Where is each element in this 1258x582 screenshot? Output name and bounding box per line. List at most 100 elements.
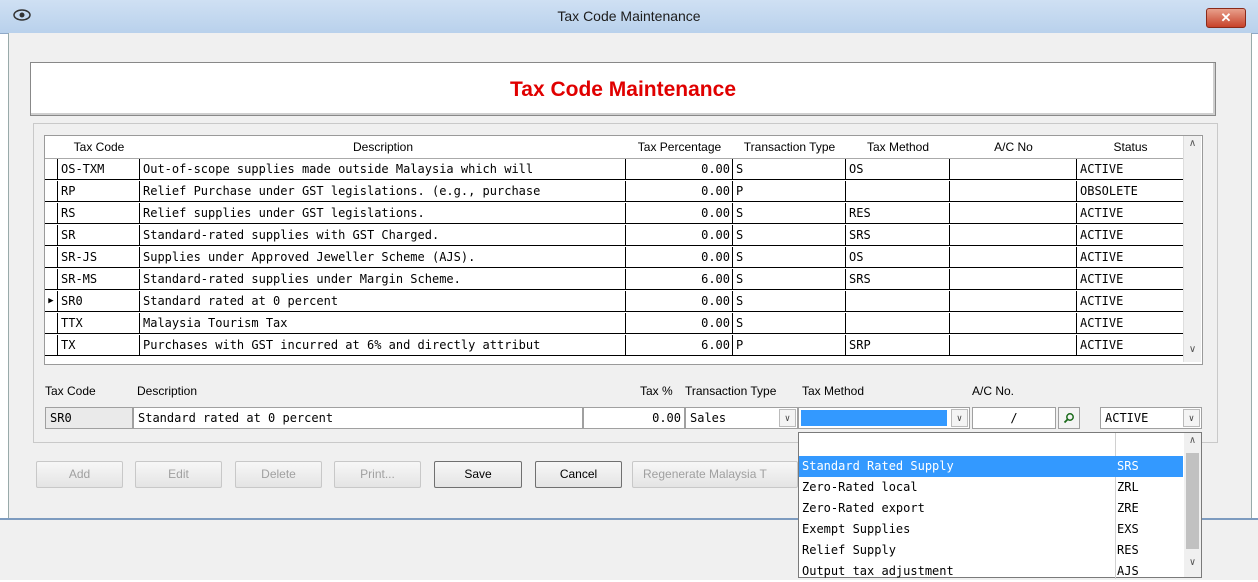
chevron-down-icon[interactable]: ∨ (951, 409, 968, 427)
cell-transaction-type[interactable]: S (733, 313, 846, 334)
row-indicator[interactable] (45, 247, 58, 268)
cell-transaction-type[interactable]: S (733, 269, 846, 290)
cell-tax-code[interactable]: SR-MS (58, 269, 140, 290)
cell-tax-code[interactable]: SR-JS (58, 247, 140, 268)
cell-tax-method[interactable]: SRS (846, 269, 950, 290)
cell-transaction-type[interactable]: S (733, 247, 846, 268)
cell-description[interactable]: Standard rated at 0 percent (140, 291, 626, 312)
cell-description[interactable]: Supplies under Approved Jeweller Scheme … (140, 247, 626, 268)
cell-description[interactable]: Malaysia Tourism Tax (140, 313, 626, 334)
cell-transaction-type[interactable]: S (733, 291, 846, 312)
cell-ac-no[interactable] (950, 247, 1077, 268)
cell-ac-no[interactable] (950, 335, 1077, 356)
col-header-transaction-type[interactable]: Transaction Type (733, 136, 847, 159)
table-row[interactable]: TTX Malaysia Tourism Tax 0.00 S ACTIVE (45, 313, 1185, 335)
row-indicator[interactable] (45, 181, 58, 202)
delete-button[interactable]: Delete (235, 461, 322, 488)
cell-tax-code[interactable]: RP (58, 181, 140, 202)
cell-status[interactable]: ACTIVE (1077, 225, 1184, 246)
table-row[interactable]: ▶ SR0 Standard rated at 0 percent 0.00 S ACTI… (45, 291, 1185, 313)
dropdown-option[interactable]: Output tax adjustment AJS (799, 561, 1183, 582)
cell-tax-code[interactable]: TTX (58, 313, 140, 334)
cell-tax-method[interactable]: SRS (846, 225, 950, 246)
cell-ac-no[interactable] (950, 159, 1077, 180)
dropdown-option[interactable]: Zero-Rated export ZRE (799, 498, 1183, 519)
cell-description[interactable]: Relief Purchase under GST legislations. … (140, 181, 626, 202)
cell-description[interactable]: Out-of-scope supplies made outside Malay… (140, 159, 626, 180)
chevron-down-icon[interactable]: ∨ (1183, 409, 1200, 427)
regenerate-button[interactable]: Regenerate Malaysia T (632, 461, 798, 488)
close-button[interactable]: ✕ (1206, 8, 1246, 28)
tax-percent-field[interactable]: 0.00 (583, 407, 685, 429)
cell-tax-code[interactable]: TX (58, 335, 140, 356)
cell-transaction-type[interactable]: S (733, 159, 846, 180)
cell-status[interactable]: ACTIVE (1077, 247, 1184, 268)
cell-tax-code[interactable]: OS-TXM (58, 159, 140, 180)
cell-tax-percentage[interactable]: 0.00 (626, 313, 733, 334)
description-field[interactable]: Standard rated at 0 percent (133, 407, 583, 429)
col-header-tax-percentage[interactable]: Tax Percentage (626, 136, 734, 159)
cell-tax-percentage[interactable]: 6.00 (626, 269, 733, 290)
col-header-ac-no[interactable]: A/C No (950, 136, 1078, 159)
cell-transaction-type[interactable]: S (733, 225, 846, 246)
cancel-button[interactable]: Cancel (535, 461, 622, 488)
cell-ac-no[interactable] (950, 181, 1077, 202)
cell-tax-code[interactable]: RS (58, 203, 140, 224)
col-header-status[interactable]: Status (1077, 136, 1185, 159)
tax-code-field[interactable]: SR0 (45, 407, 133, 429)
row-indicator[interactable] (45, 159, 58, 180)
cell-tax-method[interactable]: OS (846, 247, 950, 268)
scroll-up-icon[interactable]: ∧ (1184, 435, 1201, 446)
ac-no-field[interactable]: / (972, 407, 1056, 429)
cell-tax-code[interactable]: SR0 (58, 291, 140, 312)
cell-status[interactable]: ACTIVE (1077, 159, 1184, 180)
row-indicator[interactable] (45, 225, 58, 246)
save-button[interactable]: Save (434, 461, 522, 488)
cell-tax-percentage[interactable]: 0.00 (626, 181, 733, 202)
dropdown-option[interactable]: Zero-Rated local ZRL (799, 477, 1183, 498)
cell-transaction-type[interactable]: P (733, 335, 846, 356)
col-header-description[interactable]: Description (140, 136, 627, 159)
table-row[interactable]: RP Relief Purchase under GST legislations… (45, 181, 1185, 203)
cell-ac-no[interactable] (950, 269, 1077, 290)
cell-ac-no[interactable] (950, 225, 1077, 246)
cell-tax-percentage[interactable]: 6.00 (626, 335, 733, 356)
grid-vertical-scrollbar[interactable]: ∧ ∨ (1183, 136, 1201, 362)
tax-method-dropdown-list[interactable]: Standard Rated Supply SRS Zero-Rated local… (798, 432, 1202, 579)
status-select[interactable]: ACTIVE ∨ (1100, 407, 1202, 429)
cell-status[interactable]: ACTIVE (1077, 313, 1184, 334)
row-indicator[interactable] (45, 313, 58, 334)
cell-tax-percentage[interactable]: 0.00 (626, 225, 733, 246)
cell-description[interactable]: Relief supplies under GST legislations. (140, 203, 626, 224)
cell-tax-method[interactable]: OS (846, 159, 950, 180)
cell-description[interactable]: Purchases with GST incurred at 6% and di… (140, 335, 626, 356)
cell-description[interactable]: Standard-rated supplies with GST Charged… (140, 225, 626, 246)
scroll-down-icon[interactable]: ∨ (1184, 344, 1201, 355)
table-row[interactable]: OS-TXM Out-of-scope supplies made outside… (45, 159, 1185, 181)
col-header-tax-method[interactable]: Tax Method (846, 136, 951, 159)
chevron-down-icon[interactable]: ∨ (779, 409, 796, 427)
cell-tax-method[interactable] (846, 313, 950, 334)
table-row[interactable]: TX Purchases with GST incurred at 6% and … (45, 335, 1185, 357)
row-indicator[interactable] (45, 269, 58, 290)
print-button[interactable]: Print... (334, 461, 421, 488)
table-row[interactable]: SR-MS Standard-rated supplies under Margi… (45, 269, 1185, 291)
add-button[interactable]: Add (36, 461, 123, 488)
edit-button[interactable]: Edit (135, 461, 222, 488)
row-indicator[interactable] (45, 203, 58, 224)
current-row-indicator-icon[interactable]: ▶ (45, 291, 58, 312)
dropdown-scrollbar[interactable]: ∧ ∨ (1184, 433, 1201, 577)
cell-status[interactable]: ACTIVE (1077, 203, 1184, 224)
cell-tax-method[interactable]: SRP (846, 335, 950, 356)
table-row[interactable]: SR Standard-rated supplies with GST Charg… (45, 225, 1185, 247)
scroll-thumb[interactable] (1186, 453, 1199, 549)
table-row[interactable]: RS Relief supplies under GST legislations… (45, 203, 1185, 225)
cell-tax-percentage[interactable]: 0.00 (626, 159, 733, 180)
cell-tax-method[interactable] (846, 291, 950, 312)
lookup-button[interactable] (1058, 407, 1080, 429)
cell-transaction-type[interactable]: S (733, 203, 846, 224)
cell-description[interactable]: Standard-rated supplies under Margin Sch… (140, 269, 626, 290)
table-row[interactable]: SR-JS Supplies under Approved Jeweller Sc… (45, 247, 1185, 269)
cell-tax-percentage[interactable]: 0.00 (626, 291, 733, 312)
cell-status[interactable]: ACTIVE (1077, 335, 1184, 356)
